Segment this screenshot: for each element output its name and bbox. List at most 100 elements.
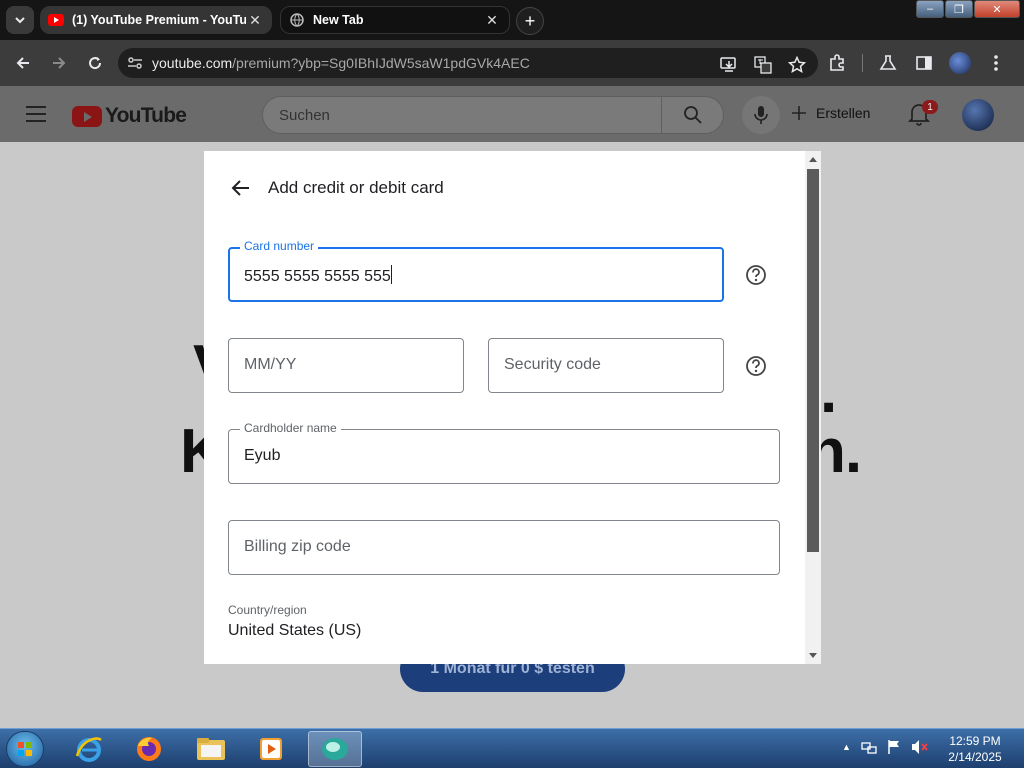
url-text: youtube.com/premium?ybp=Sg0IBhIJdW5saW1p… — [152, 55, 530, 71]
back-arrow-button[interactable] — [230, 177, 252, 199]
more-menu-icon[interactable] — [985, 52, 1007, 74]
dialog-scrollbar[interactable] — [805, 151, 821, 664]
url-path: /premium?ybp=Sg0IBhIJdW5saW1pdGVk4AEC — [232, 55, 530, 71]
add-card-dialog: Add credit or debit card Card number 555… — [204, 151, 821, 664]
clock-date: 2/14/2025 — [948, 750, 1002, 764]
youtube-search-box[interactable]: Suchen — [262, 96, 724, 134]
create-button[interactable]: Erstellen — [790, 104, 870, 122]
close-tab-icon[interactable]: ✕ — [246, 11, 264, 29]
media-player-button[interactable] — [244, 731, 298, 767]
network-icon[interactable] — [861, 739, 877, 755]
user-avatar[interactable] — [962, 99, 994, 131]
internet-explorer-icon — [75, 737, 102, 762]
plus-icon: + — [524, 10, 536, 31]
scrollbar-thumb[interactable] — [807, 169, 819, 552]
arrow-left-icon — [231, 180, 249, 196]
tab-title: (1) YouTube Premium - YouTube — [72, 13, 246, 27]
active-app-icon — [322, 738, 348, 760]
firefox-button[interactable] — [122, 731, 176, 767]
clock-time: 12:59 PM — [949, 734, 1001, 748]
show-hidden-icons[interactable]: ▲ — [842, 742, 851, 752]
cardholder-name-value: Eyub — [244, 447, 281, 464]
expiry-placeholder: MM/YY — [244, 356, 297, 373]
chevron-down-icon — [15, 17, 25, 24]
toolbar-divider — [862, 54, 863, 72]
country-label: Country/region — [228, 603, 307, 617]
youtube-logo[interactable]: YouTube — [72, 104, 187, 128]
billing-zip-field[interactable]: Billing zip code — [228, 520, 780, 575]
security-code-field[interactable]: Security code — [488, 338, 724, 393]
reload-icon — [89, 57, 102, 70]
bookmark-star-icon[interactable] — [786, 54, 808, 76]
extensions-icon[interactable] — [826, 52, 848, 74]
card-number-help-icon[interactable] — [745, 264, 767, 286]
active-app-button[interactable] — [308, 731, 362, 767]
translate-icon[interactable] — [752, 54, 774, 76]
text-caret — [390, 265, 392, 284]
create-label: Erstellen — [816, 105, 871, 121]
windows-taskbar: ▲ 12:59 PM 2/14/2025 — [0, 728, 1024, 768]
start-button[interactable] — [6, 731, 44, 767]
youtube-icon — [48, 12, 64, 28]
tab-title: New Tab — [313, 13, 364, 27]
card-number-field[interactable]: Card number 5555 5555 5555 555 — [228, 239, 724, 302]
card-number-label: Card number — [240, 239, 319, 253]
cardholder-name-field[interactable]: Cardholder name Eyub — [228, 421, 780, 484]
billing-zip-placeholder: Billing zip code — [244, 538, 351, 555]
arrow-right-icon — [53, 57, 66, 69]
media-player-icon — [260, 738, 282, 760]
menu-icon[interactable] — [26, 106, 46, 122]
install-app-icon[interactable] — [718, 54, 740, 76]
address-bar[interactable]: youtube.com/premium?ybp=Sg0IBhIJdW5saW1p… — [118, 48, 818, 78]
browser-toolbar: youtube.com/premium?ybp=Sg0IBhIJdW5saW1p… — [0, 40, 1024, 86]
volume-muted-icon[interactable] — [911, 739, 929, 755]
windows-logo-icon — [18, 742, 32, 756]
dialog-title: Add credit or debit card — [268, 178, 444, 197]
card-number-text: 5555 5555 5555 555 — [244, 268, 391, 285]
search-icon — [683, 106, 702, 124]
close-tab-icon[interactable]: ✕ — [483, 11, 501, 29]
window-controls: – ❐ ✕ — [915, 0, 1020, 20]
security-code-help-icon[interactable] — [745, 355, 767, 377]
youtube-header: YouTube Suchen Erstellen 1 — [0, 86, 1024, 142]
country-value[interactable]: United States (US) — [228, 622, 361, 640]
firefox-icon — [137, 737, 161, 761]
file-explorer-icon — [197, 738, 225, 760]
minimize-button[interactable]: – — [916, 0, 944, 18]
close-window-button[interactable]: ✕ — [974, 0, 1020, 18]
scroll-down-arrow[interactable] — [809, 653, 817, 658]
tab-new-tab[interactable]: New Tab ✕ — [280, 6, 510, 34]
tab-search-button[interactable] — [6, 6, 34, 34]
reload-button[interactable] — [82, 50, 108, 76]
globe-icon — [289, 12, 305, 28]
back-button[interactable] — [10, 50, 36, 76]
card-number-value: 5555 5555 5555 555 — [244, 265, 392, 286]
internet-explorer-button[interactable] — [62, 731, 116, 767]
url-domain: youtube.com — [152, 55, 233, 71]
side-panel-icon[interactable] — [913, 52, 935, 74]
file-explorer-button[interactable] — [184, 731, 238, 767]
labs-flask-icon[interactable] — [877, 52, 899, 74]
system-tray: ▲ — [842, 739, 929, 755]
action-center-flag-icon[interactable] — [887, 739, 901, 755]
youtube-logo-text: YouTube — [105, 104, 187, 127]
notification-count-badge: 1 — [922, 100, 938, 114]
expiry-field[interactable]: MM/YY — [228, 338, 464, 393]
search-placeholder: Suchen — [279, 107, 330, 124]
security-code-placeholder: Security code — [504, 356, 601, 373]
search-button[interactable] — [661, 97, 723, 133]
new-tab-button[interactable]: + — [516, 7, 544, 35]
tab-youtube-premium[interactable]: (1) YouTube Premium - YouTube ✕ — [40, 6, 272, 34]
arrow-left-icon — [16, 57, 29, 69]
site-info-icon[interactable] — [118, 56, 152, 70]
voice-search-button[interactable] — [742, 96, 780, 134]
forward-button[interactable] — [46, 50, 72, 76]
profile-avatar[interactable] — [949, 52, 971, 74]
plus-icon — [792, 106, 806, 120]
taskbar-clock[interactable]: 12:59 PM 2/14/2025 — [940, 733, 1010, 765]
youtube-play-icon — [72, 105, 102, 127]
browser-tab-bar: (1) YouTube Premium - YouTube ✕ New Tab … — [0, 0, 1024, 40]
microphone-icon — [754, 106, 768, 124]
scroll-up-arrow[interactable] — [809, 157, 817, 162]
maximize-button[interactable]: ❐ — [945, 0, 973, 18]
